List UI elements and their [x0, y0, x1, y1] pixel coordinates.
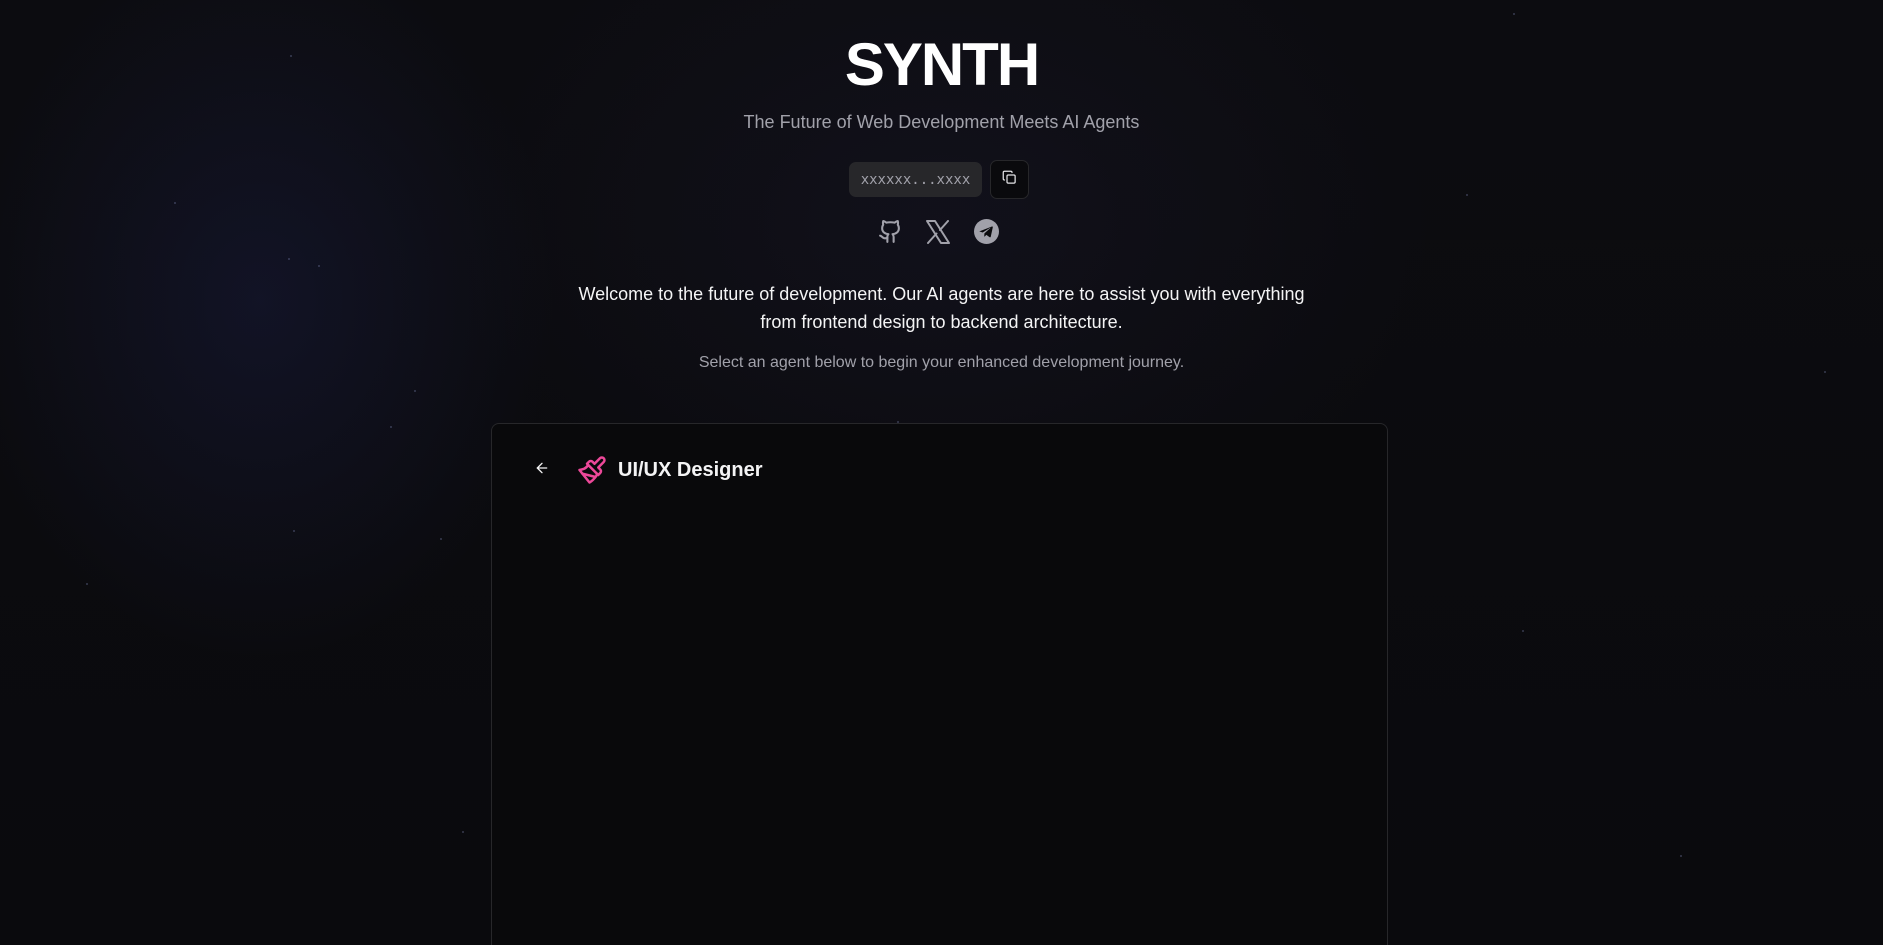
star-dot — [86, 583, 88, 585]
contract-address-row: xxxxxx...xxxx — [849, 160, 1029, 199]
arrow-left-icon — [534, 460, 550, 481]
github-icon — [878, 219, 903, 249]
welcome-text: Welcome to the future of development. Ou… — [578, 284, 1305, 332]
github-link[interactable] — [877, 219, 903, 249]
star-dot — [462, 831, 464, 833]
star-dot — [318, 265, 320, 267]
agent-panel-header: UI/UX Designer — [528, 454, 762, 486]
telegram-icon — [973, 219, 999, 249]
select-agent-hint: Select an agent below to begin your enha… — [698, 354, 1185, 371]
star-dot — [390, 426, 392, 428]
x-link[interactable] — [925, 219, 951, 249]
social-links — [877, 219, 999, 249]
star-dot — [1513, 13, 1515, 15]
site-logo: SYNTH — [844, 31, 1040, 98]
star-dot — [440, 538, 442, 540]
star-dot — [1680, 855, 1682, 857]
star-dot — [288, 258, 290, 260]
tagline: The Future of Web Development Meets AI A… — [743, 112, 1140, 132]
page: SYNTH The Future of Web Development Meet… — [0, 0, 1883, 945]
star-dot — [174, 202, 176, 204]
x-icon — [925, 219, 951, 249]
star-dot — [1522, 630, 1524, 632]
star-dot — [1466, 194, 1468, 196]
agent-panel: UI/UX Designer — [491, 423, 1388, 945]
agent-title: UI/UX Designer — [618, 458, 763, 481]
copy-button[interactable] — [990, 160, 1029, 199]
back-button[interactable] — [528, 456, 556, 484]
telegram-link[interactable] — [973, 219, 999, 249]
contract-address: xxxxxx...xxxx — [849, 162, 982, 197]
star-dot — [293, 530, 295, 532]
star-dot — [414, 390, 416, 392]
copy-icon — [1002, 170, 1017, 190]
paintbrush-icon — [576, 454, 608, 486]
